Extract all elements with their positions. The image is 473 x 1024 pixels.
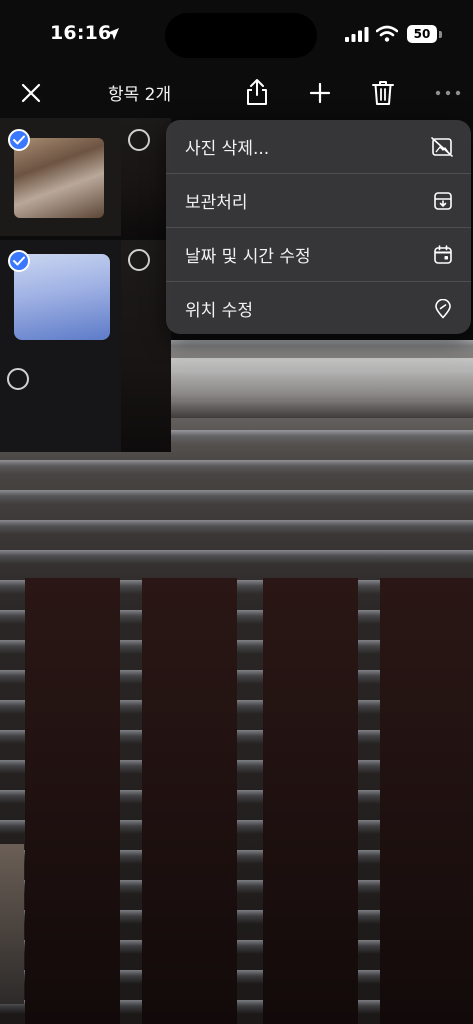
selected-checkmark-icon[interactable] [8,250,30,272]
battery-cap [439,31,442,38]
photo-column [263,578,358,1024]
status-bar: 16:16 50 [0,0,473,70]
photo-thumbnail[interactable] [0,844,24,1004]
dynamic-island [165,13,317,58]
wifi-icon [375,25,399,46]
selection-circle-empty[interactable] [7,368,29,390]
selected-checkmark-icon[interactable] [8,129,30,151]
status-time: 16:16 [50,22,112,44]
share-icon [247,79,267,105]
plus-icon [309,82,331,104]
photo-image [14,138,104,218]
photo-column [142,578,237,1024]
share-button[interactable] [237,72,277,112]
more-actions-menu: 사진 삭제... 보관처리 날짜 및 시간 수정 위치 수정 [166,120,471,334]
menu-item-edit-date-time[interactable]: 날짜 및 시간 수정 [166,227,471,281]
photo-image [14,254,110,340]
more-button[interactable] [428,73,468,113]
selection-toolbar: 항목 2개 [0,70,473,118]
ellipsis-icon [435,90,461,96]
selection-circle-empty[interactable] [128,129,150,151]
trash-icon [372,81,394,105]
photo-column [380,578,473,1024]
menu-item-edit-location[interactable]: 위치 수정 [166,281,471,334]
add-button[interactable] [300,73,340,113]
menu-item-delete-photo[interactable]: 사진 삭제... [166,120,471,173]
selection-count-title: 항목 2개 [108,85,172,105]
close-button[interactable] [11,73,51,113]
menu-item-archive[interactable]: 보관처리 [166,173,471,227]
menu-item-label: 위치 수정 [185,301,253,321]
location-pin-icon [433,298,453,319]
location-arrow-icon [106,26,120,45]
battery-level: 50 [407,25,437,43]
photo-slash-icon [431,136,453,157]
selection-circle-empty[interactable] [128,249,150,271]
photo-column [25,578,120,1024]
close-icon [21,83,41,103]
photo-selection-screen: 16:16 50 항목 2개 사진 삭제... 보관처리 날짜 및 시간 수정 … [0,0,473,1024]
menu-item-label: 사진 삭제... [185,139,270,159]
photo-thumbnail[interactable] [121,240,171,452]
archive-icon [433,191,453,211]
cellular-signal-icon [345,27,369,46]
calendar-icon [433,244,453,265]
menu-item-label: 날짜 및 시간 수정 [185,247,311,267]
menu-item-label: 보관처리 [185,193,248,213]
delete-button[interactable] [363,73,403,113]
